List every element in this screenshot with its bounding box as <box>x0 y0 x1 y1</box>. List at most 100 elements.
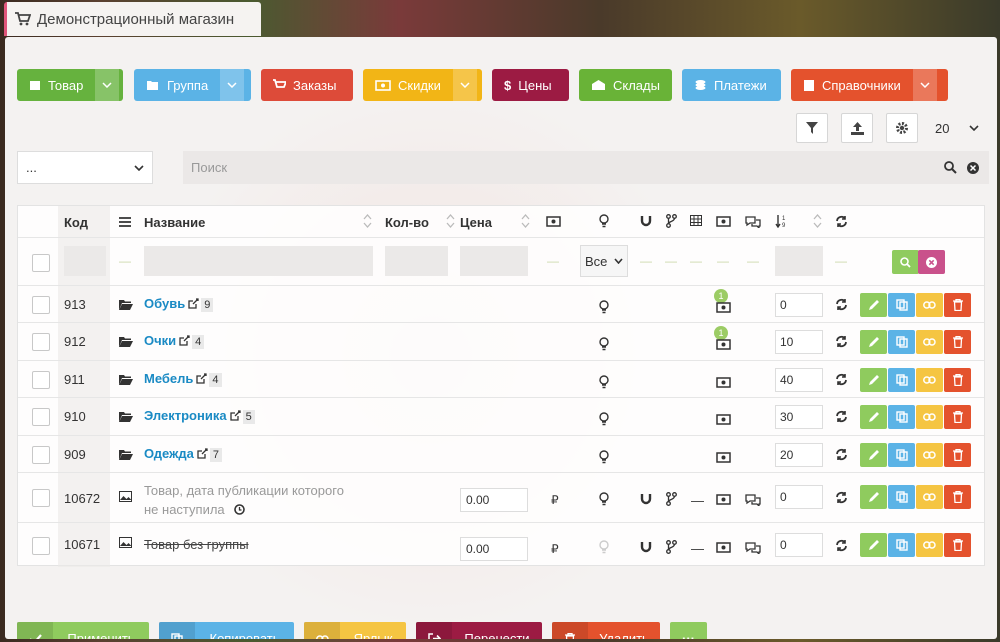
table-row[interactable]: 909 Одежда 7 20 <box>18 435 984 472</box>
copy-button[interactable] <box>888 485 915 509</box>
sort-input[interactable]: 0 <box>775 485 823 509</box>
code-filter-input[interactable] <box>64 246 106 276</box>
delete-button[interactable] <box>944 443 971 467</box>
money-icon[interactable] <box>716 494 731 505</box>
row-checkbox[interactable] <box>32 446 50 464</box>
branch-icon[interactable] <box>666 540 677 554</box>
settings-button[interactable] <box>886 113 918 143</box>
table-row[interactable]: 910 Электроника 5 30 <box>18 397 984 435</box>
table-row[interactable]: 10672 Товар, дата публикации которого не… <box>18 472 984 522</box>
table-row[interactable]: 911 Мебель 4 40 <box>18 360 984 397</box>
row-checkbox[interactable] <box>32 489 50 507</box>
refresh-button[interactable] <box>835 335 848 348</box>
link-button[interactable] <box>916 485 943 509</box>
money-icon[interactable] <box>716 377 731 388</box>
sort-input[interactable]: 0 <box>775 533 823 557</box>
discounts-button[interactable]: Скидки <box>363 69 482 101</box>
edit-button[interactable] <box>860 533 887 557</box>
copy-button[interactable] <box>888 368 915 392</box>
column-name[interactable]: Название <box>144 215 205 230</box>
edit-button[interactable] <box>860 293 887 317</box>
qty-filter-input[interactable] <box>385 246 448 276</box>
delete-button[interactable] <box>944 368 971 392</box>
branch-icon[interactable] <box>666 492 677 506</box>
refresh-icon[interactable] <box>835 215 848 228</box>
external-link-icon[interactable] <box>179 335 190 346</box>
reset-filter-button[interactable] <box>918 250 945 274</box>
row-name[interactable]: Электроника 5 <box>144 408 255 424</box>
row-name[interactable]: Очки 4 <box>144 333 205 349</box>
apply-button[interactable]: Применить <box>17 622 149 639</box>
search-icon[interactable] <box>944 161 957 174</box>
apply-filter-button[interactable] <box>892 250 919 274</box>
move-button[interactable]: Перенести <box>416 622 542 639</box>
row-name-link[interactable]: Одежда <box>144 446 194 461</box>
filter-button[interactable] <box>796 113 828 143</box>
delete-button[interactable] <box>944 533 971 557</box>
comments-icon[interactable] <box>745 493 761 506</box>
sort-icon[interactable] <box>521 214 530 228</box>
sort-icon[interactable] <box>813 214 822 228</box>
external-link-icon[interactable] <box>188 298 199 309</box>
more-button[interactable]: ··· <box>670 622 707 639</box>
delete-button[interactable] <box>944 293 971 317</box>
row-checkbox[interactable] <box>32 537 50 555</box>
product-dropdown-caret[interactable] <box>95 69 120 101</box>
sort-icon[interactable] <box>363 214 372 228</box>
money-icon[interactable] <box>716 414 731 425</box>
row-checkbox[interactable] <box>32 296 50 314</box>
external-link-icon[interactable] <box>196 373 208 384</box>
discounts-dropdown-caret[interactable] <box>452 69 477 101</box>
column-qty[interactable]: Кол-во <box>385 215 429 230</box>
row-name-link[interactable]: Мебель <box>144 371 193 386</box>
lightbulb-icon[interactable] <box>599 540 609 554</box>
price-input[interactable]: 0.00 <box>460 488 528 512</box>
external-link-icon[interactable] <box>197 448 208 459</box>
link-button[interactable] <box>916 293 943 317</box>
search-input[interactable]: Поиск <box>183 151 989 184</box>
copy-button[interactable] <box>888 405 915 429</box>
select-all-checkbox[interactable] <box>32 254 50 272</box>
edit-button[interactable] <box>860 405 887 429</box>
refresh-button[interactable] <box>835 373 848 386</box>
refresh-button[interactable] <box>835 410 848 423</box>
link-button[interactable] <box>916 330 943 354</box>
price-filter-input[interactable] <box>460 246 528 276</box>
money-icon[interactable] <box>716 302 731 313</box>
price-input[interactable]: 0.00 <box>460 537 528 561</box>
column-code[interactable]: Код <box>64 215 88 230</box>
lightbulb-icon[interactable] <box>599 492 609 506</box>
refresh-button[interactable] <box>835 298 848 311</box>
bulk-copy-button[interactable]: Копировать <box>159 622 294 639</box>
references-dropdown-caret[interactable] <box>912 69 937 101</box>
sort-input[interactable]: 40 <box>775 368 823 392</box>
refresh-icon[interactable] <box>835 539 848 552</box>
copy-button[interactable] <box>888 330 915 354</box>
refresh-icon[interactable] <box>835 491 848 504</box>
menu-icon[interactable] <box>119 217 131 227</box>
lightbulb-icon[interactable] <box>599 412 609 426</box>
row-name[interactable]: Обувь 9 <box>144 296 214 312</box>
export-button[interactable] <box>841 113 873 143</box>
clear-icon[interactable] <box>967 161 979 174</box>
row-name-link[interactable]: Очки <box>144 333 176 348</box>
references-button[interactable]: Справочники <box>791 69 948 101</box>
link-button[interactable] <box>916 368 943 392</box>
refresh-button[interactable] <box>835 448 848 461</box>
comments-icon[interactable] <box>745 541 761 554</box>
delete-button[interactable] <box>944 485 971 509</box>
link-button[interactable] <box>916 533 943 557</box>
lightbulb-icon[interactable] <box>599 300 609 314</box>
sort-filter-input[interactable] <box>775 246 823 276</box>
row-name[interactable]: Одежда 7 <box>144 446 222 462</box>
copy-button[interactable] <box>888 293 915 317</box>
lightbulb-icon[interactable] <box>599 375 609 389</box>
sort-input[interactable]: 20 <box>775 443 823 467</box>
sort-numeric-icon[interactable]: 19 <box>775 214 787 228</box>
row-name-link[interactable]: Электроника <box>144 408 227 423</box>
orders-button[interactable]: Заказы <box>261 69 353 101</box>
money-icon[interactable] <box>716 339 731 350</box>
per-page-select[interactable]: 20 <box>927 113 987 143</box>
sort-icon[interactable] <box>446 214 455 228</box>
sort-input[interactable]: 10 <box>775 330 823 354</box>
